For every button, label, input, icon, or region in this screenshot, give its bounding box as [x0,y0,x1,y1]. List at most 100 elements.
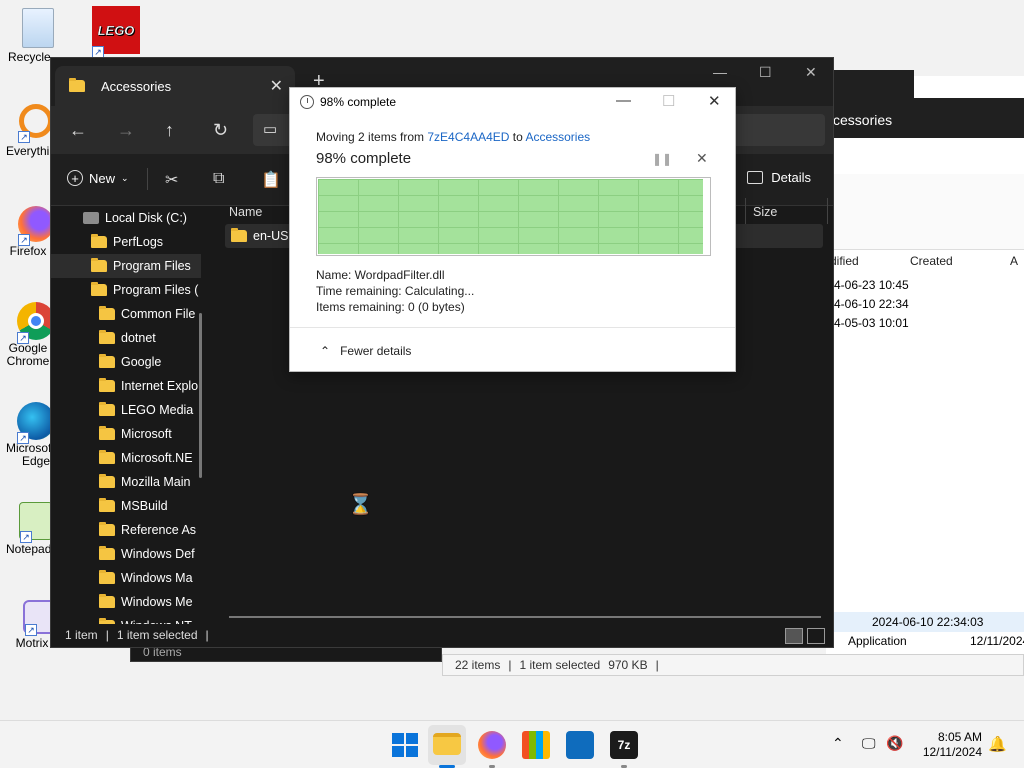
tree-item[interactable]: Internet Explo [51,374,201,398]
plus-circle-icon: + [67,170,83,186]
tree-item[interactable]: LEGO Media [51,398,201,422]
drive-icon [83,212,99,224]
tree-item[interactable]: Local Disk (C:) [51,206,201,230]
status-bar: 1 item | 1 item selected | [51,623,833,647]
tree-item[interactable]: Windows Def [51,542,201,566]
taskbar: 7z ⌃ 🖵 🔇 8:05 AM 12/11/2024 🔔 [0,720,1024,768]
folder-icon [99,426,115,440]
close-tab-icon[interactable]: ✕ [270,76,283,96]
clock-icon [300,95,314,109]
status-separator: | [105,628,109,642]
desktop-icon-lego[interactable]: LEGO ↗ [86,6,146,58]
items-remaining-line: Items remaining: 0 (0 bytes) [316,300,465,314]
notification-bell-icon[interactable]: 🔔 [988,735,1007,753]
folder-icon [91,282,107,296]
desktop-icon-label: Notepad++ [6,542,50,556]
computer-icon[interactable]: ▭ [263,120,277,138]
taskbar-clock[interactable]: 8:05 AM 12/11/2024 [923,730,982,760]
column-name[interactable]: Name [229,205,262,219]
tree-item[interactable]: Windows Ma [51,566,201,590]
column-modified[interactable]: dified [830,254,910,276]
show-hidden-icons-chevron[interactable]: ⌃ [832,735,844,752]
outlook-icon[interactable] [566,731,594,759]
back-button[interactable]: ← [69,120,87,141]
background-window-right[interactable]: ccessories dified Created A 4-06-23 10:4… [826,76,1024,654]
tree-item-label: dotnet [121,331,156,345]
details-view-button[interactable] [785,628,803,644]
tree-item[interactable]: Google [51,350,201,374]
column-attr[interactable]: A [1010,254,1018,276]
column-created[interactable]: Created [910,254,1010,276]
windows-start-icon[interactable] [390,731,418,759]
tree-item[interactable]: MSBuild [51,494,201,518]
bg-type: Application [848,634,907,648]
details-label: Details [771,170,811,185]
bg-date-1: 4-06-23 10:45 [834,278,909,292]
tree-item[interactable]: Program Files [51,254,201,278]
forward-button[interactable]: → [117,120,135,141]
tree-item[interactable]: dotnet [51,326,201,350]
tree-item[interactable]: Common File [51,302,201,326]
tab-accessories[interactable]: Accessories ✕ [55,66,295,106]
close-window-button[interactable]: ✕ [805,64,817,81]
tree-item-label: Reference As [121,523,197,537]
tree-item[interactable]: Program Files ( [51,278,201,302]
tree-item[interactable]: Microsoft.NE [51,446,201,470]
destination-link[interactable]: Accessories [525,130,590,144]
clock-date: 12/11/2024 [922,745,982,759]
folder-icon [231,228,247,242]
shortcut-arrow-icon: ↗ [18,234,30,246]
folder-icon [99,354,115,368]
cancel-button[interactable]: ✕ [696,150,708,167]
status-selected: 1 item selected [116,628,198,642]
minimize-button[interactable]: — [713,64,727,80]
file-operation-dialog[interactable]: 98% complete — ☐ ✕ Moving 2 items from 7… [289,87,736,372]
status-separator: | [508,658,512,672]
tree-item[interactable]: PerfLogs [51,230,201,254]
file-explorer-icon[interactable] [433,733,461,755]
paste-icon[interactable]: 📋 [261,170,281,190]
up-button[interactable]: ↑ [165,120,174,141]
firefox-icon[interactable] [478,731,506,759]
volume-muted-icon[interactable]: 🔇 [886,735,903,752]
source-link[interactable]: 7zE4C4AA4ED [427,130,509,144]
7zip-icon[interactable]: 7z [610,731,638,759]
cut-icon[interactable]: ✂ [165,170,178,190]
moving-to: to [509,130,526,144]
new-label: New [89,170,116,186]
tree-item[interactable]: Mozilla Main [51,470,201,494]
shortcut-arrow-icon: ↗ [25,624,37,636]
horizontal-scrollbar[interactable] [229,616,821,618]
tree-item-label: MSBuild [121,499,168,513]
progress-fill [318,179,703,254]
pause-button[interactable]: ❚❚ [652,152,672,166]
tree-item-label: Program Files [113,259,191,273]
tree-item[interactable]: Windows Me [51,590,201,614]
fewer-details-label: Fewer details [340,344,412,358]
tree-scrollbar[interactable] [199,313,202,478]
new-button[interactable]: + New ⌄ [67,170,129,186]
tiles-view-button[interactable] [807,628,825,644]
details-pane-button[interactable]: Details [747,170,811,185]
maximize-button[interactable]: ☐ [759,64,772,81]
copy-icon[interactable]: ⧉ [213,170,224,188]
column-size[interactable]: Size [753,205,777,219]
network-icon[interactable]: 🖵 [862,735,876,752]
details-pane-icon [747,171,764,184]
microsoft-store-icon[interactable] [522,731,550,759]
bg-selected-date: 2024-06-10 22:34:03 [872,615,984,629]
close-button[interactable]: ✕ [708,92,721,110]
tree-item[interactable]: Reference As [51,518,201,542]
folder-icon [99,330,115,344]
desktop-icon-recycle-bin[interactable]: Recycle Bin [8,8,68,64]
tree-item[interactable]: Microsoft [51,422,201,446]
refresh-button[interactable]: ↻ [213,120,228,141]
background-window-middle[interactable]: 22 items | 1 item selected 970 KB | [442,654,1024,676]
moving-prefix: Moving 2 items from [316,130,428,144]
view-toggle [785,628,825,644]
folder-icon [99,594,115,608]
minimize-button[interactable]: — [616,92,631,109]
folder-icon [99,450,115,464]
desktop-icon-label: Google Chrome [6,342,50,368]
fewer-details-button[interactable]: ⌃ Fewer details [320,344,411,358]
